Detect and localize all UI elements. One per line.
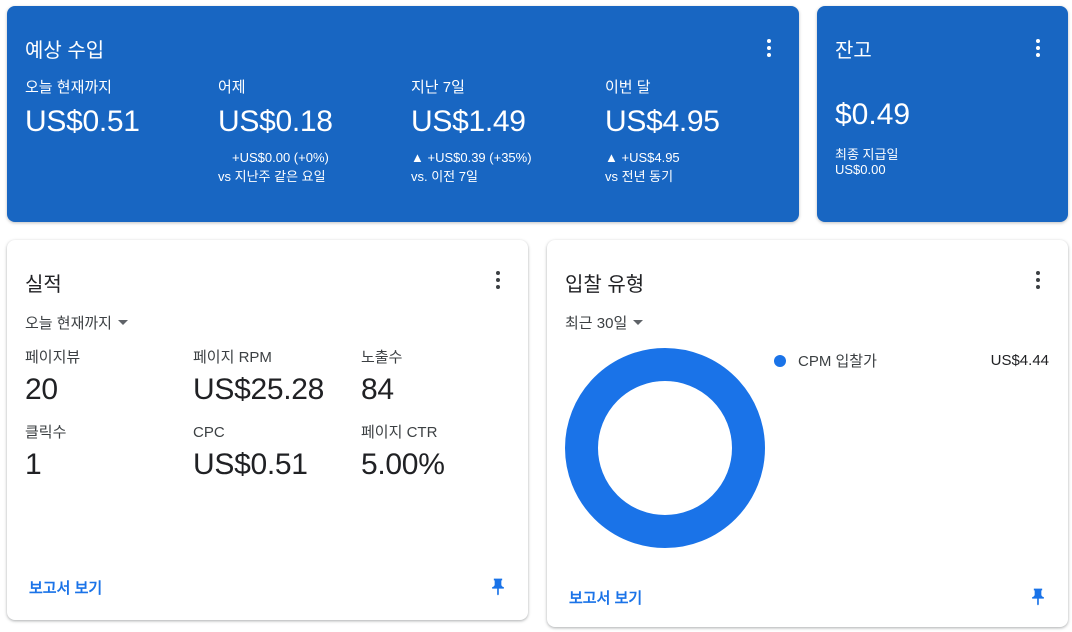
stat-value: 84 (361, 373, 394, 406)
legend-dot (774, 354, 786, 367)
estimated-earnings-card: 예상 수입 오늘 현재까지 US$0.51 어제 US$0.18 +US$0.0… (7, 6, 799, 222)
performance-title: 실적 (25, 274, 62, 296)
stat-value: 5.00% (361, 448, 445, 481)
earnings-title: 예상 수입 (25, 40, 105, 62)
arrow-drop-down-icon (117, 320, 128, 325)
metric-today: 오늘 현재까지 US$0.51 (25, 78, 215, 140)
arrow-drop-down-icon (633, 320, 644, 325)
stat-value: 20 (25, 373, 58, 406)
legend-item-cpm: CPM 입찰가 US$4.44 (774, 350, 1049, 371)
period-label: 최근 30일 (565, 315, 628, 332)
period-label: 오늘 현재까지 (25, 315, 112, 332)
bid-type-view-report-link[interactable]: 보고서 보기 (569, 587, 642, 608)
stat-value: US$0.51 (193, 448, 308, 481)
push-pin-icon[interactable] (1028, 585, 1048, 609)
stat-pageviews: 페이지뷰 20 (25, 348, 190, 408)
balance-value: $0.49 (835, 98, 911, 131)
push-pin-icon[interactable] (488, 575, 508, 599)
bid-type-title: 입찰 유형 (565, 274, 645, 296)
performance-more-icon[interactable] (486, 268, 510, 292)
stat-page-ctr: 페이지 CTR 5.00% (361, 423, 526, 483)
performance-period-dropdown[interactable]: 오늘 현재까지 (25, 312, 128, 333)
bid-type-donut-chart (565, 348, 765, 548)
stat-cpc: CPC US$0.51 (193, 423, 358, 483)
stat-value: 1 (25, 448, 42, 481)
stat-label: 클릭수 (25, 424, 67, 441)
earnings-more-icon[interactable] (757, 36, 781, 60)
metric-value: US$0.18 (218, 105, 333, 138)
stat-label: 노출수 (361, 349, 403, 366)
metric-value: US$1.49 (411, 105, 526, 138)
balance-more-icon[interactable] (1026, 36, 1050, 60)
stat-label: 페이지 CTR (361, 424, 438, 441)
stat-page-rpm: 페이지 RPM US$25.28 (193, 348, 358, 408)
metric-value: US$4.95 (605, 105, 720, 138)
balance-title: 잔고 (835, 40, 872, 62)
stat-label: 페이지 RPM (193, 349, 272, 366)
metric-value: US$0.51 (25, 105, 140, 138)
metric-last-7-days: 지난 7일 US$1.49 ▲ +US$0.39 (+35%) vs. 이전 7… (411, 78, 601, 186)
bid-type-more-icon[interactable] (1026, 268, 1050, 292)
metric-label: 오늘 현재까지 (25, 79, 112, 96)
bid-type-card: 입찰 유형 최근 30일 CPM 입찰가 US$4.44 보고서 보기 (547, 240, 1068, 627)
metric-yesterday: 어제 US$0.18 +US$0.00 (+0%) vs 지난주 같은 요일 (218, 78, 408, 186)
last-payment-label: 최종 지급일 (835, 147, 899, 162)
metric-label: 이번 달 (605, 79, 651, 96)
legend-label: CPM 입찰가 (798, 353, 877, 370)
metric-compare: vs 지난주 같은 요일 (218, 169, 326, 184)
metric-this-month: 이번 달 US$4.95 ▲ +US$4.95 vs 전년 동기 (605, 78, 795, 186)
metric-compare: vs. 이전 7일 (411, 169, 478, 184)
stat-label: 페이지뷰 (25, 349, 81, 366)
metric-compare: vs 전년 동기 (605, 169, 674, 184)
metric-change: +US$0.00 (+0%) (232, 150, 329, 165)
metric-change: ▲ +US$0.39 (+35%) (411, 150, 532, 165)
metric-label: 지난 7일 (411, 79, 465, 96)
metric-label: 어제 (218, 79, 246, 96)
stat-label: CPC (193, 424, 225, 441)
performance-view-report-link[interactable]: 보고서 보기 (29, 577, 102, 598)
legend-value: US$4.44 (990, 352, 1049, 369)
metric-change: ▲ +US$4.95 (605, 150, 680, 165)
balance-card: 잔고 $0.49 최종 지급일 US$0.00 (817, 6, 1068, 222)
performance-card: 실적 오늘 현재까지 페이지뷰 20 페이지 RPM US$25.28 노출수 … (7, 240, 528, 620)
donut-slice-CPM 입찰가 (565, 348, 765, 548)
stat-value: US$25.28 (193, 373, 325, 406)
stat-clicks: 클릭수 1 (25, 423, 190, 483)
bid-type-period-dropdown[interactable]: 최근 30일 (565, 312, 644, 333)
stat-impressions: 노출수 84 (361, 348, 526, 408)
last-payment-value: US$0.00 (835, 162, 886, 177)
